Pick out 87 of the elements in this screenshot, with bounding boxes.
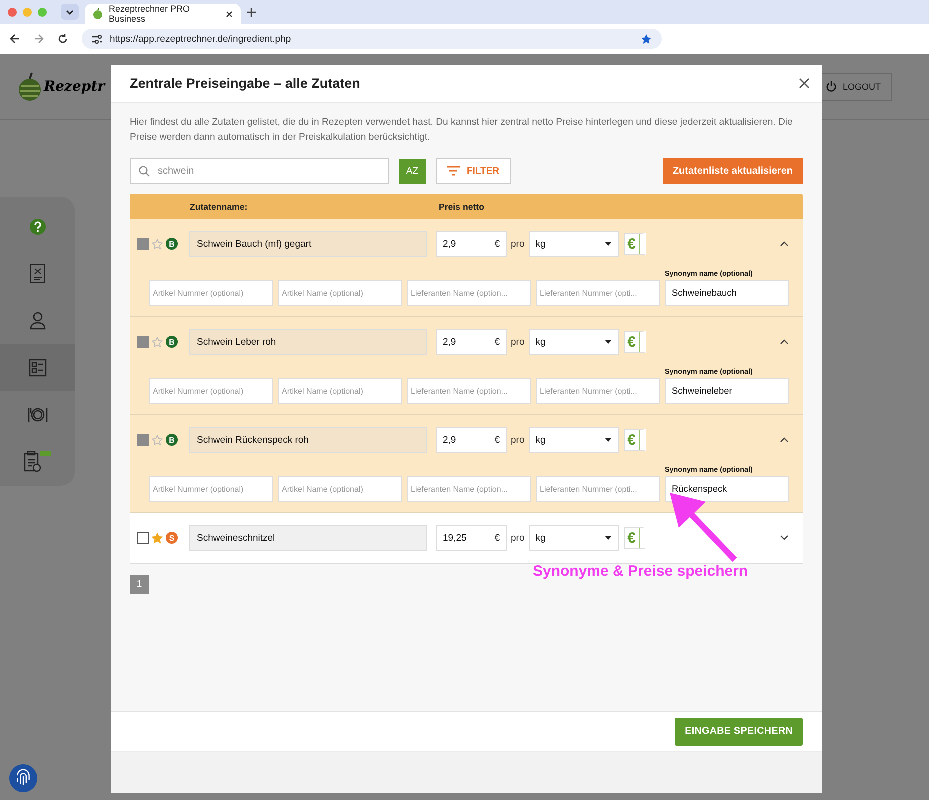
- plate-cutlery-icon[interactable]: [26, 406, 48, 424]
- input-field[interactable]: Artikel Nummer (optional): [149, 378, 273, 404]
- price-field[interactable]: 2,9 €: [436, 427, 507, 453]
- star-icon[interactable]: [152, 336, 163, 348]
- input-field[interactable]: Artikel Nummer (optional): [149, 280, 273, 306]
- input-field[interactable]: Lieferanten Name (option...: [407, 280, 531, 306]
- fingerprint-icon[interactable]: [9, 764, 38, 793]
- ingredient-name-field[interactable]: Schwein Leber roh: [189, 329, 427, 355]
- help-icon[interactable]: [28, 218, 46, 236]
- address-bar[interactable]: https://app.rezeptrechner.de/ingredient.php: [82, 29, 662, 49]
- unit-select[interactable]: kg: [528, 525, 619, 551]
- input-field[interactable]: Lieferanten Name (option...: [407, 476, 531, 502]
- caret-icon: [604, 340, 612, 344]
- price-field[interactable]: 19,25 €: [436, 525, 507, 551]
- search-field[interactable]: schwein: [130, 158, 389, 184]
- category-badge: B: [166, 336, 178, 348]
- unit-select[interactable]: kg: [528, 329, 619, 355]
- filter-icon: [447, 166, 460, 176]
- input-field[interactable]: Lieferanten Nummer (opti...: [536, 476, 660, 502]
- per-label: pro: [511, 336, 525, 348]
- dialog-title: Zentrale Preiseingabe – alle Zutaten: [130, 76, 360, 91]
- checkbox[interactable]: [137, 532, 149, 544]
- sliders-icon[interactable]: [92, 34, 102, 44]
- synonym-field[interactable]: Schweineleber: [665, 378, 789, 404]
- search-input[interactable]: schwein: [158, 166, 358, 176]
- unit-select[interactable]: kg: [528, 427, 619, 453]
- browser-tab[interactable]: Rezeptrechner PRO Business: [85, 4, 241, 24]
- input-field[interactable]: Lieferanten Name (option...: [407, 378, 531, 404]
- forward-icon[interactable]: [34, 34, 44, 44]
- synonym-field[interactable]: Schweinebauch: [665, 280, 789, 306]
- input-field[interactable]: Lieferanten Nummer (opti...: [536, 378, 660, 404]
- caret-icon: [604, 242, 612, 246]
- reload-icon[interactable]: [58, 34, 68, 44]
- unit-select[interactable]: kg: [528, 231, 619, 257]
- caret-icon: [604, 438, 612, 442]
- apple-logo-icon: [18, 72, 42, 102]
- user-icon[interactable]: [30, 312, 46, 330]
- expand-icon[interactable]: [780, 535, 789, 541]
- star-icon[interactable]: [152, 532, 163, 544]
- star-icon[interactable]: [152, 238, 163, 250]
- input-field[interactable]: Artikel Nummer (optional): [149, 476, 273, 502]
- minimize-window-dot[interactable]: [23, 8, 32, 16]
- ingredient-name-field[interactable]: Schwein Rückenspeck roh: [189, 427, 427, 453]
- annotation-arrow: [668, 492, 740, 564]
- close-tab-icon[interactable]: [226, 10, 233, 18]
- category-badge: B: [166, 434, 178, 446]
- description-text: Hier findest du alle Zutaten gelistet, die du in Rezepten verwendet hast. Du kannst hier zentral netto Preise hinterlegen und diese jederzeit aktualisieren. Die Preise werden dann automatisch in der Preiskalkulation berücksichtigt.: [130, 116, 794, 145]
- power-icon: [826, 81, 837, 92]
- category-badge: B: [166, 238, 178, 250]
- checklist-icon[interactable]: [28, 358, 46, 376]
- annotation-text: Synonyme & Preise speichern: [533, 563, 748, 580]
- tab-list-button[interactable]: [61, 4, 79, 20]
- synonym-field[interactable]: Rückenspeck: [665, 476, 789, 502]
- bookmark-star-icon[interactable]: [641, 34, 652, 44]
- per-label: pro: [511, 434, 525, 446]
- collapse-icon[interactable]: [780, 339, 789, 345]
- price-field[interactable]: 2,9 €: [436, 329, 507, 355]
- input-field[interactable]: Artikel Name (optional): [278, 280, 402, 306]
- star-icon[interactable]: [152, 434, 163, 446]
- per-label: pro: [511, 238, 525, 250]
- collapse-icon[interactable]: [780, 241, 789, 247]
- recipe-card-icon[interactable]: [30, 264, 46, 284]
- close-icon[interactable]: [799, 78, 810, 89]
- caret-icon: [66, 10, 74, 14]
- ingredient-name-field[interactable]: Schwein Bauch (mf) gegart: [189, 231, 427, 257]
- input-field[interactable]: Artikel Name (optional): [278, 378, 402, 404]
- input-field[interactable]: Lieferanten Nummer (opti...: [536, 280, 660, 306]
- close-window-dot[interactable]: [8, 8, 17, 16]
- ingredient-name-field[interactable]: Schweineschnitzel: [189, 525, 427, 551]
- checkbox[interactable]: [137, 238, 149, 250]
- input-field[interactable]: Artikel Name (optional): [278, 476, 402, 502]
- checkbox[interactable]: [137, 434, 149, 446]
- collapse-icon[interactable]: [780, 437, 789, 443]
- column-header: Preis netto: [439, 202, 484, 212]
- column-header: Zutatenname:: [190, 202, 249, 212]
- clipboard-icon[interactable]: [24, 450, 52, 472]
- price-field[interactable]: 2,9 €: [436, 231, 507, 257]
- caret-icon: [604, 536, 612, 540]
- maximize-window-dot[interactable]: [38, 8, 47, 16]
- per-label: pro: [511, 532, 525, 544]
- back-icon[interactable]: [10, 34, 20, 44]
- apple-logo-icon: [93, 8, 103, 20]
- new-tab-icon[interactable]: [247, 8, 256, 16]
- search-icon: [139, 166, 150, 176]
- category-badge: S: [166, 532, 178, 544]
- logo-text: Rezeptr: [44, 78, 106, 94]
- checkbox[interactable]: [137, 336, 149, 348]
